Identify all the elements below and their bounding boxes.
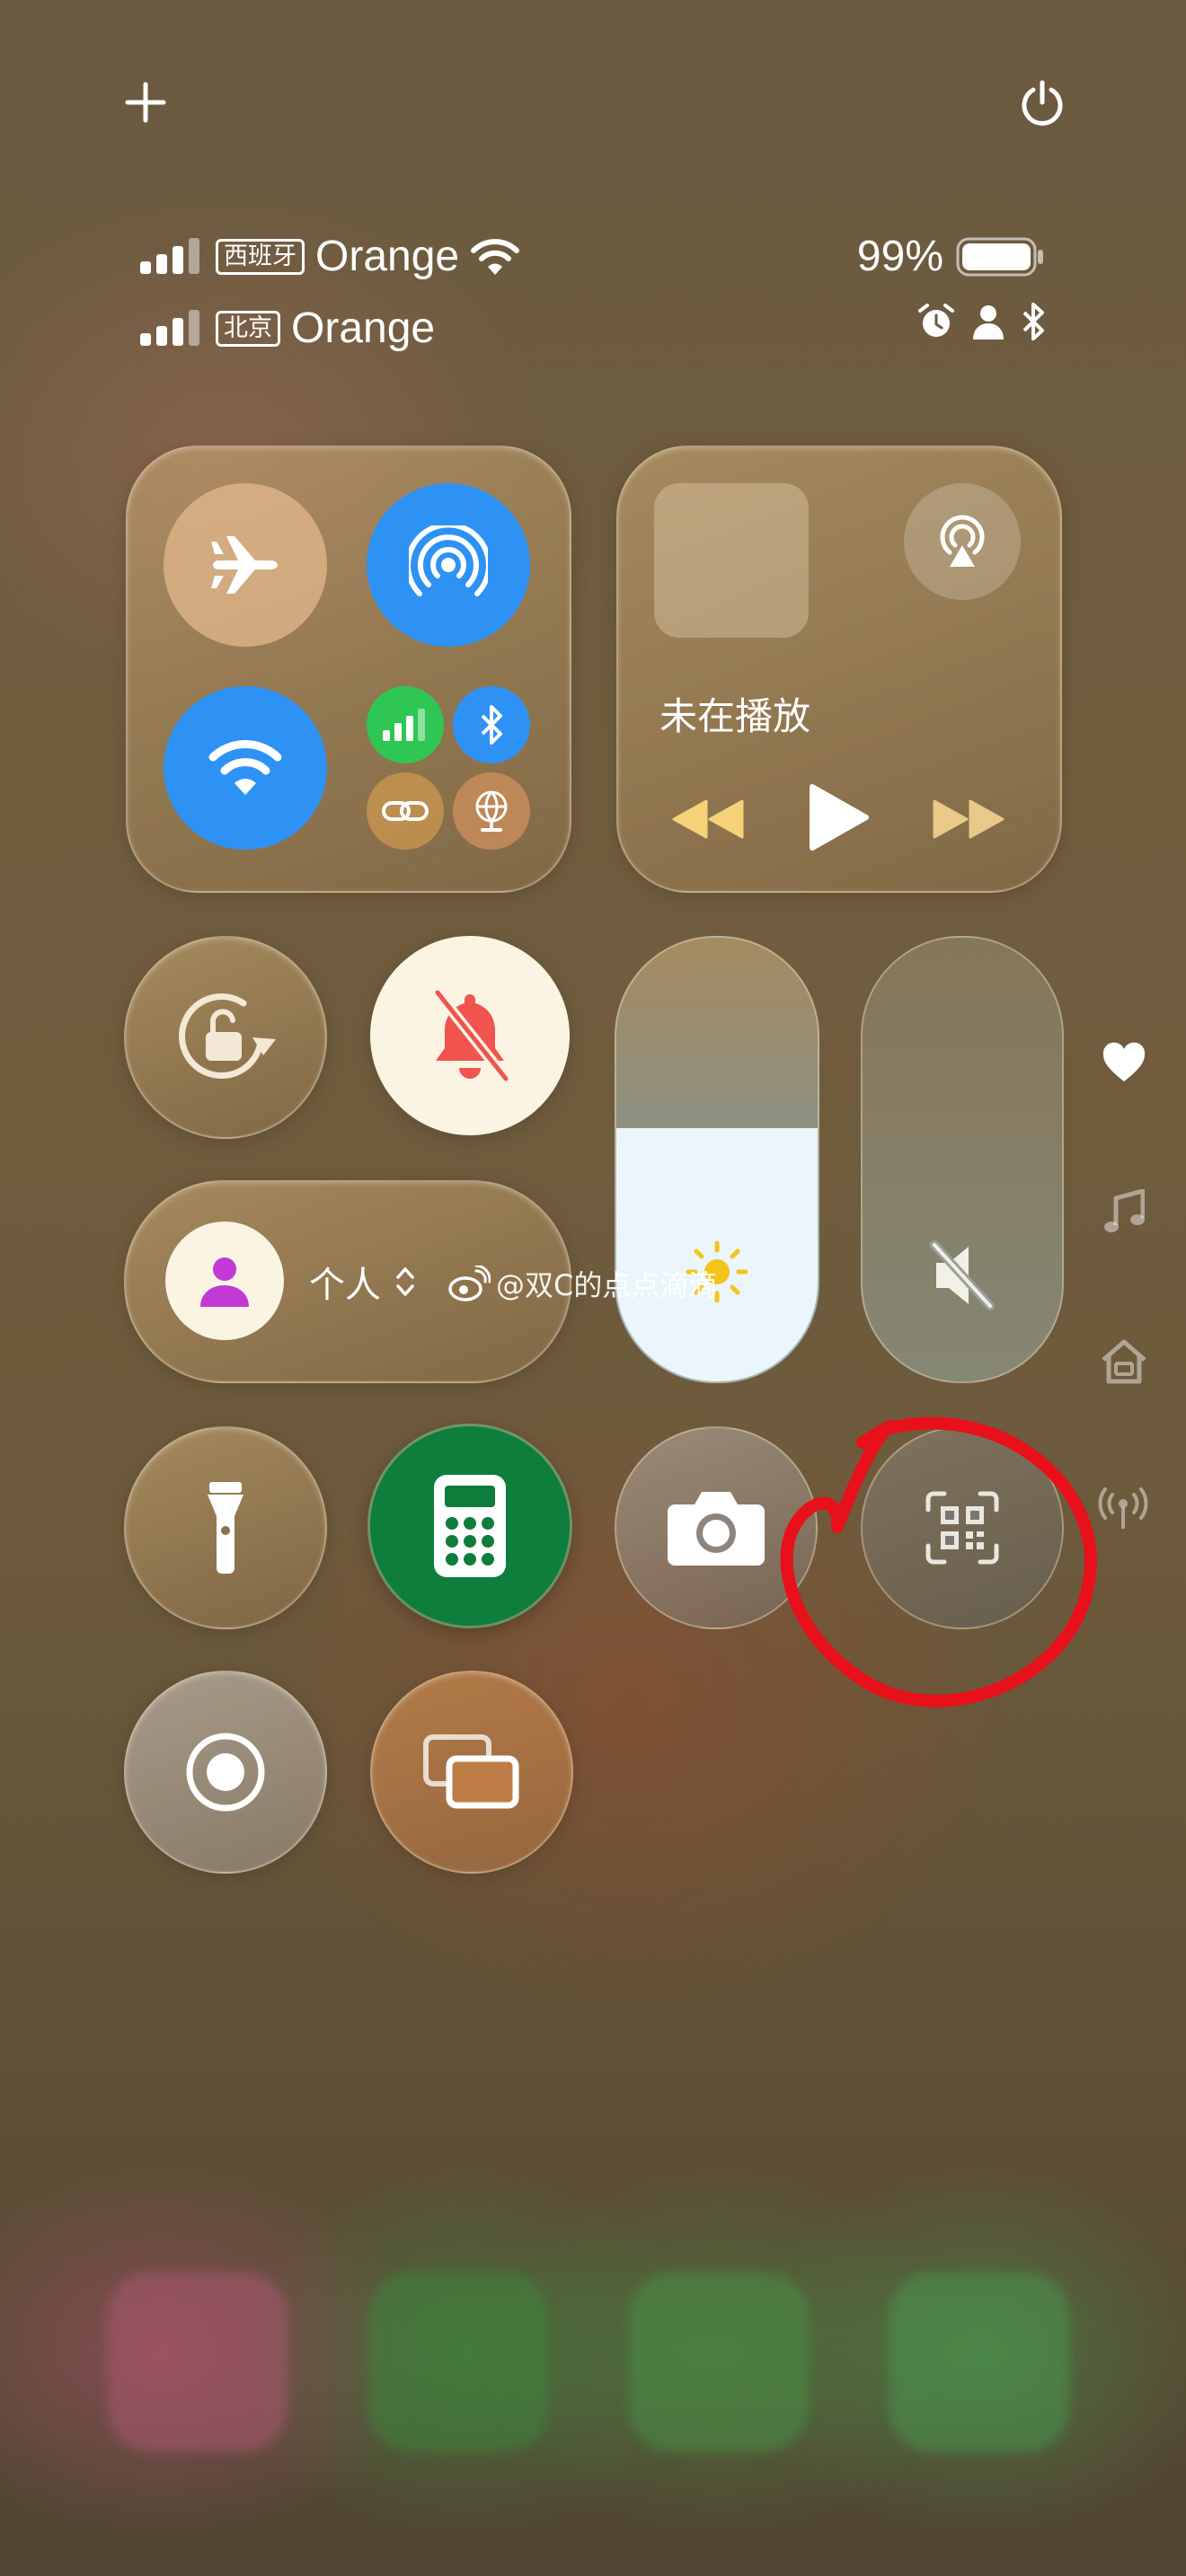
rewind-icon	[672, 799, 744, 839]
dock-app-1	[108, 2272, 288, 2452]
calculator-icon	[434, 1475, 506, 1577]
power-button[interactable]	[1017, 77, 1067, 128]
now-playing-status: 未在播放	[659, 694, 811, 738]
airplane-icon	[211, 536, 278, 594]
sim2-region-tag: 北京	[216, 310, 280, 347]
screen-recording-toggle[interactable]	[124, 1671, 327, 1874]
screen-mirroring-button[interactable]	[370, 1671, 573, 1874]
watermark: @双C的点点滴滴	[447, 1263, 717, 1304]
qr-code-scanner-icon	[925, 1491, 999, 1565]
cellular-bars-icon	[383, 709, 425, 741]
heart-icon	[1102, 1042, 1146, 1081]
speaker-mute-icon	[930, 1240, 995, 1310]
bluetooth-icon	[481, 705, 502, 745]
volume-slider[interactable]	[861, 936, 1064, 1383]
sim2-status: 北京 Orange	[140, 304, 435, 353]
previous-track-button[interactable]	[672, 798, 744, 841]
orientation-lock-toggle[interactable]	[124, 936, 327, 1139]
bluetooth-toggle[interactable]	[453, 686, 530, 763]
airdrop-icon	[409, 525, 488, 596]
flashlight-icon	[208, 1482, 243, 1574]
signal-bars-icon	[140, 309, 199, 346]
link-icon	[382, 801, 429, 821]
watermark-text: @双C的点点滴滴	[496, 1268, 718, 1302]
add-control-button[interactable]	[122, 79, 169, 126]
connectivity-tile	[126, 446, 571, 893]
airdrop-toggle[interactable]	[367, 483, 530, 647]
rotation-lock-icon	[179, 993, 276, 1080]
signal-bars-icon	[140, 237, 199, 274]
sim1-status: 西班牙 Orange	[140, 232, 520, 281]
screen-mirroring-icon	[423, 1734, 519, 1809]
brightness-slider[interactable]	[615, 936, 819, 1383]
battery-icon	[956, 237, 1043, 276]
silent-mode-toggle[interactable]	[370, 936, 570, 1135]
next-track-button[interactable]	[933, 798, 1005, 841]
page-indicator-music[interactable]	[1103, 1189, 1145, 1236]
album-artwork	[654, 483, 809, 638]
airplane-mode-toggle[interactable]	[164, 483, 327, 647]
alarm-icon	[918, 304, 954, 337]
vpn-toggle[interactable]	[453, 772, 530, 850]
antenna-icon	[1098, 1487, 1148, 1529]
person-icon	[200, 1257, 249, 1307]
play-button[interactable]	[807, 781, 870, 853]
plus-icon	[125, 82, 166, 123]
wifi-icon	[208, 740, 282, 795]
person-icon	[973, 305, 1004, 340]
weibo-logo-icon	[448, 1266, 491, 1301]
focus-avatar	[165, 1222, 284, 1340]
focus-label: 个人	[309, 1256, 415, 1308]
battery-percent: 99%	[856, 233, 943, 280]
wifi-toggle[interactable]	[164, 686, 327, 850]
flashlight-toggle[interactable]	[124, 1426, 327, 1629]
fast-forward-icon	[933, 799, 1005, 839]
airplay-audio-icon	[940, 515, 985, 567]
wifi-status-icon	[471, 238, 520, 275]
calculator-button[interactable]	[370, 1426, 570, 1626]
cellular-data-toggle[interactable]	[367, 686, 444, 763]
sim2-carrier: Orange	[291, 304, 436, 352]
sim1-region-tag: 西班牙	[216, 238, 305, 275]
page-indicator-home[interactable]	[1100, 1338, 1148, 1385]
home-icon	[1102, 1339, 1146, 1384]
dock-app-4	[890, 2272, 1069, 2452]
bell-slash-icon	[432, 987, 511, 1084]
globe-network-icon	[475, 790, 508, 832]
bluetooth-status-icon	[1022, 303, 1044, 340]
dock-app-2	[368, 2272, 548, 2452]
music-note-icon	[1104, 1189, 1145, 1232]
play-icon	[810, 784, 869, 851]
record-icon	[186, 1733, 265, 1812]
dock-app-3	[629, 2272, 809, 2452]
camera-button[interactable]	[615, 1426, 818, 1629]
code-scanner-button[interactable]	[861, 1426, 1064, 1629]
personal-hotspot-toggle[interactable]	[367, 772, 444, 850]
airplay-button[interactable]	[904, 483, 1021, 600]
battery-status: 99%	[857, 232, 1046, 281]
page-indicator-favorites[interactable]	[1102, 1042, 1146, 1083]
chevron-up-down-icon	[396, 1267, 414, 1296]
focus-mode-name: 个人	[309, 1265, 381, 1306]
now-playing-tile[interactable]: 未在播放	[616, 446, 1062, 893]
sim1-carrier: Orange	[315, 233, 460, 280]
power-icon	[1022, 80, 1063, 126]
camera-icon	[668, 1492, 765, 1566]
page-indicator-connectivity[interactable]	[1098, 1487, 1148, 1531]
status-icons-row	[916, 302, 1046, 341]
